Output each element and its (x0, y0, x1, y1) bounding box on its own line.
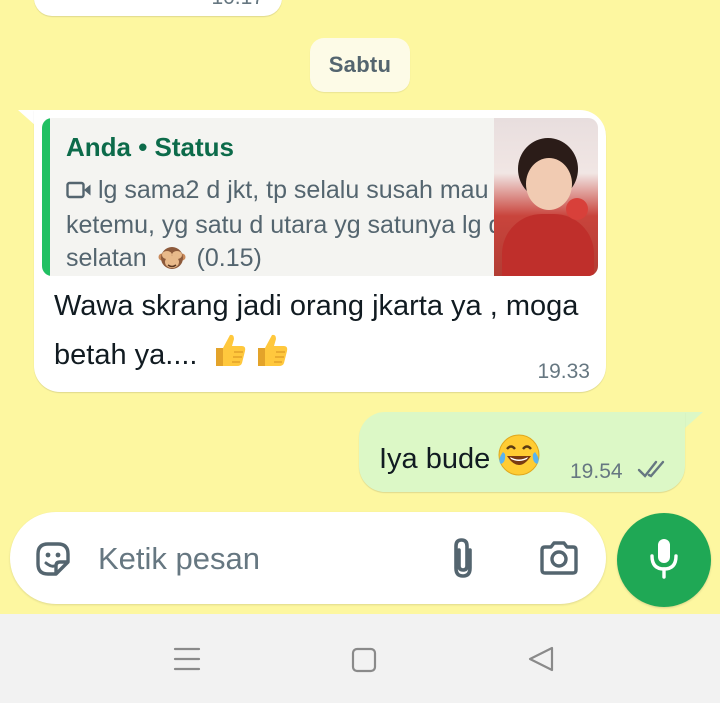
date-divider: Sabtu (310, 38, 410, 92)
message-time: 19.54 (570, 460, 623, 483)
quoted-status-reply[interactable]: Anda • Status lg sama2 d jkt, tp selalu … (42, 118, 598, 276)
double-check-icon (637, 458, 671, 485)
quote-text: lg sama2 d jkt, tp selalu susah mau kete… (66, 176, 503, 272)
microphone-icon (648, 537, 680, 584)
quote-author: Anda • Status (66, 132, 235, 162)
see-no-evil-monkey-emoji (158, 244, 186, 276)
status-thumbnail[interactable] (494, 118, 598, 276)
message-text: Iya bude (379, 443, 491, 475)
message-time: 19.33 (537, 360, 590, 383)
home-icon[interactable] (351, 647, 377, 678)
voice-message-button[interactable] (617, 513, 711, 607)
sticker-icon[interactable] (32, 538, 74, 585)
incoming-message-bubble[interactable]: Anda • Status lg sama2 d jkt, tp selalu … (34, 110, 606, 392)
quote-duration: (0.15) (196, 244, 262, 272)
camera-icon[interactable] (538, 540, 580, 581)
paperclip-icon[interactable] (446, 536, 480, 585)
menu-icon[interactable] (173, 646, 201, 677)
quote-text-block: lg sama2 d jkt, tp selalu susah mau kete… (66, 174, 506, 276)
chat-area[interactable]: 10.17 Sabtu Anda • Status lg sama2 d jkt… (0, 0, 720, 614)
video-icon (66, 176, 92, 209)
outgoing-message-text: Iya bude (379, 432, 542, 486)
thumbs-up-emoji (208, 330, 248, 385)
back-icon[interactable] (527, 645, 555, 678)
thumbs-up-emoji (250, 330, 290, 385)
previous-message-bubble[interactable]: 10.17 (34, 0, 282, 16)
message-text: Wawa skrang jadi orang jkarta ya , moga … (54, 290, 579, 371)
message-time: 10.17 (211, 0, 264, 10)
message-input[interactable] (96, 534, 430, 584)
outgoing-message-bubble[interactable]: Iya bude 19.54 (359, 412, 685, 492)
system-nav-bar (0, 614, 720, 703)
message-composer (10, 512, 606, 604)
incoming-message-text: Wawa skrang jadi orang jkarta ya , moga … (54, 282, 594, 385)
bubble-tail (685, 412, 703, 428)
tears-of-joy-emoji (496, 432, 542, 486)
quote-accent-bar (42, 118, 50, 276)
